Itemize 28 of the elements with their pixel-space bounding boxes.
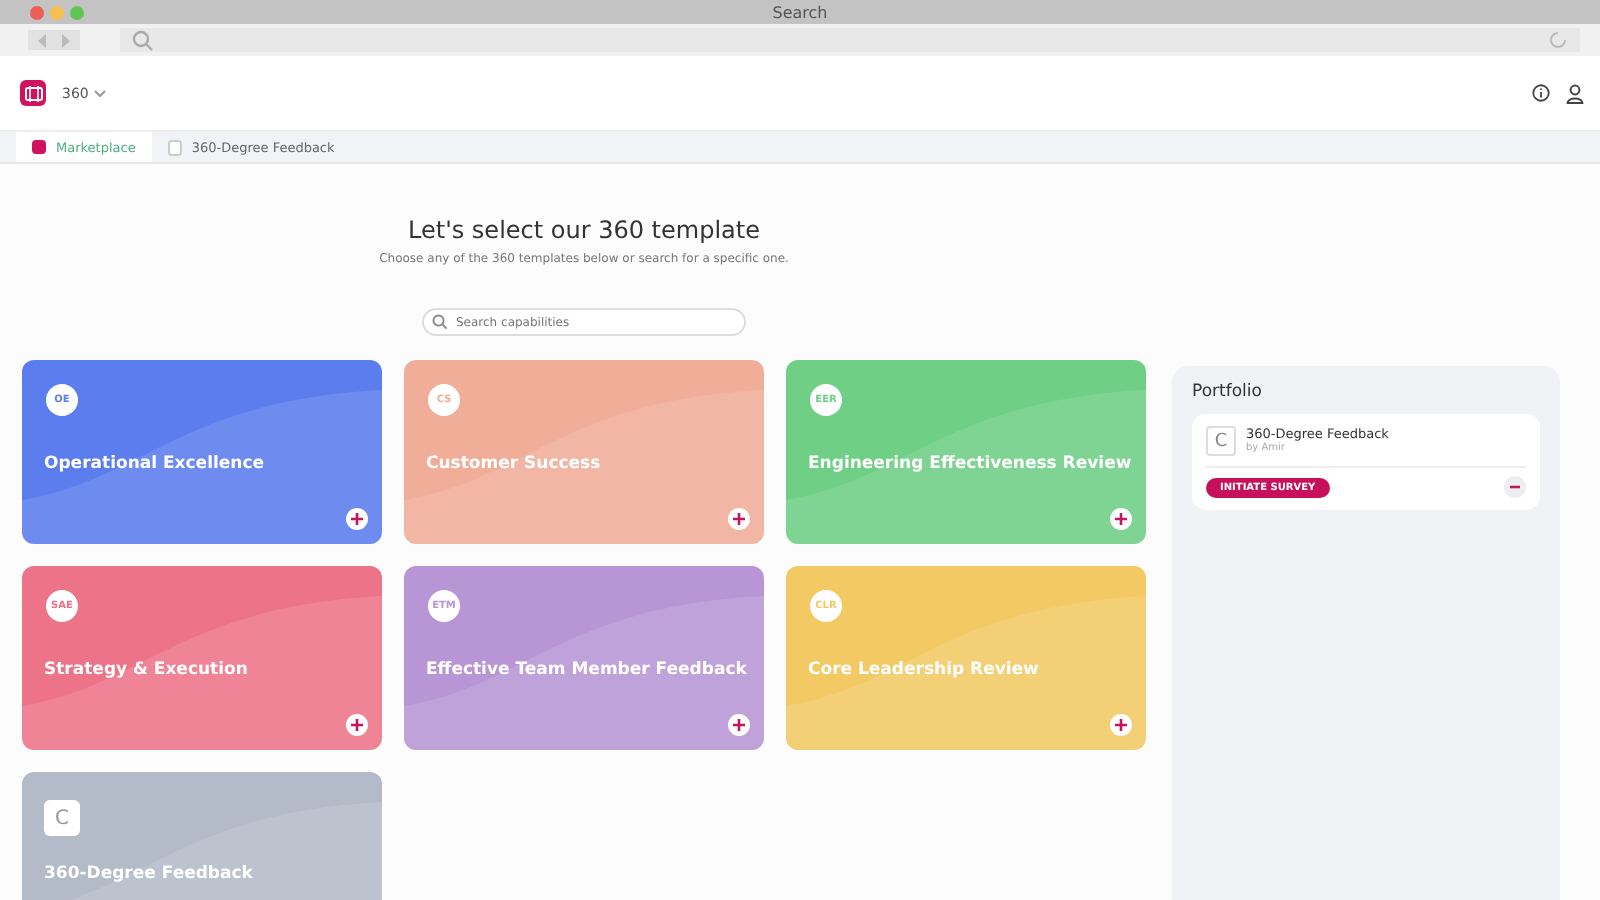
info-icon[interactable] xyxy=(1532,84,1550,102)
template-title: Effective Team Member Feedback xyxy=(426,660,747,680)
search-icon xyxy=(132,29,154,51)
add-icon[interactable] xyxy=(728,508,750,530)
template-title: Customer Success xyxy=(426,454,601,474)
template-title: Core Leadership Review xyxy=(808,660,1039,680)
template-title: Operational Excellence xyxy=(44,454,265,474)
add-icon[interactable] xyxy=(728,714,750,736)
user-icon[interactable] xyxy=(1566,83,1584,103)
marketplace-icon xyxy=(32,140,46,154)
template-title: Strategy & Execution xyxy=(44,660,248,680)
app-logo-icon[interactable] xyxy=(20,80,46,106)
add-icon[interactable] xyxy=(1110,508,1132,530)
template-badge: C xyxy=(44,800,80,836)
add-icon[interactable] xyxy=(1110,714,1132,736)
template-icon: C xyxy=(1206,426,1236,456)
window-title: Search xyxy=(772,3,828,21)
template-card[interactable]: C 360-Degree Feedback xyxy=(22,772,382,900)
remove-icon[interactable] xyxy=(1504,476,1526,498)
template-title: Engineering Effectiveness Review xyxy=(808,454,1132,474)
add-icon[interactable] xyxy=(346,508,368,530)
template-icon xyxy=(167,139,182,155)
chevron-down-icon[interactable] xyxy=(94,89,107,97)
add-icon[interactable] xyxy=(346,714,368,736)
search-icon xyxy=(432,314,448,330)
template-title: 360-Degree Feedback xyxy=(44,864,253,884)
page-heading: Let's select our 360 template xyxy=(408,216,760,244)
portfolio-title: Portfolio xyxy=(1192,382,1264,402)
